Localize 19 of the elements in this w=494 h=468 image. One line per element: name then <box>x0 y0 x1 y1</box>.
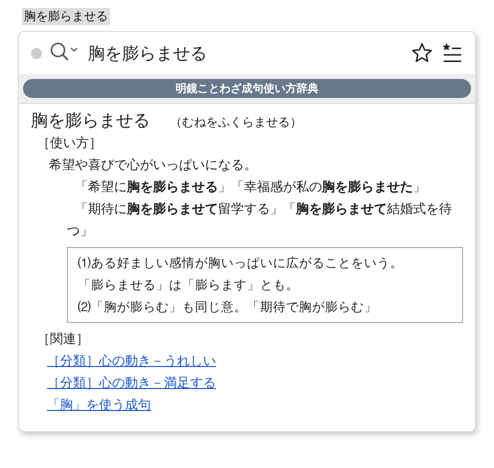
related-link[interactable]: ［分類］心の動き－うれしい <box>47 354 216 369</box>
reading: （むねをふくらませる） <box>170 114 302 131</box>
page-label: 胸を膨らませる <box>22 8 110 25</box>
related-link[interactable]: ［分類］心の動き－満足する <box>47 376 216 391</box>
status-dot-icon <box>31 48 42 58</box>
search-field[interactable]: 胸を膨らませる <box>88 43 403 63</box>
related-link[interactable]: 「胸」を使う成句 <box>47 398 151 413</box>
section-label: ［関連］ <box>37 331 90 349</box>
star-icon[interactable] <box>411 42 433 64</box>
example-text: 「希望に胸を膨らませる」「幸福感が私の胸を膨らませた」 <box>74 179 427 197</box>
dictionary-name-bar: 明鏡ことわざ成句使い方辞典 <box>23 79 471 98</box>
note-text: ⑴ある好ましい感情が胸いっぱいに広がることをいう。 <box>78 254 404 272</box>
headword: 胸を膨らませる <box>31 110 150 132</box>
note-text: ⑵「胸が膨らむ」も同じ意。「期待で胸が膨らむ」 <box>78 298 378 316</box>
meaning-text: 希望や喜びで心がいっぱいになる。 <box>49 157 258 175</box>
note-text: 「膨らませる」は「膨らます」とも。 <box>78 276 300 294</box>
section-label: ［使い方］ <box>37 135 103 153</box>
starred-list-icon[interactable] <box>441 42 463 64</box>
example-text: 「期待に胸を膨らませて留学する」「胸を膨らませて結婚式を待つ」 <box>66 201 453 241</box>
